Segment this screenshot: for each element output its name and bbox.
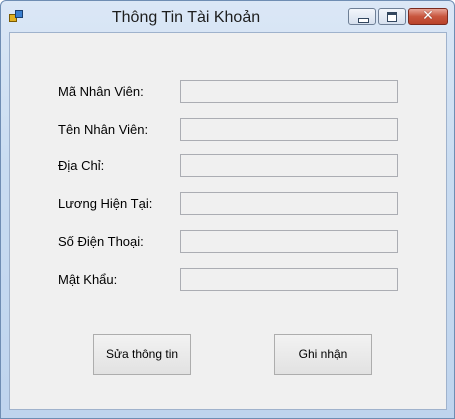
address-label: Địa Chỉ: xyxy=(58,158,105,173)
minimize-icon xyxy=(358,18,369,23)
current-salary-field[interactable] xyxy=(180,192,398,215)
employee-name-field[interactable] xyxy=(180,118,398,141)
title-bar[interactable]: Thông Tin Tài Khoản ✕ xyxy=(1,1,454,31)
minimize-button[interactable] xyxy=(348,8,376,25)
maximize-icon xyxy=(387,12,397,22)
current-salary-label: Lương Hiện Tại: xyxy=(58,196,153,211)
close-button[interactable]: ✕ xyxy=(408,7,448,25)
password-field[interactable] xyxy=(180,268,398,291)
save-button[interactable]: Ghi nhận xyxy=(274,334,372,375)
employee-id-field[interactable] xyxy=(180,80,398,103)
employee-id-label: Mã Nhân Viên: xyxy=(58,84,144,99)
employee-name-label: Tên Nhân Viên: xyxy=(58,122,149,137)
maximize-button[interactable] xyxy=(378,8,406,25)
phone-number-label: Số Điện Thoại: xyxy=(58,234,144,249)
phone-number-field[interactable] xyxy=(180,230,398,253)
password-label: Mật Khẩu: xyxy=(58,272,118,287)
account-info-window: Thông Tin Tài Khoản ✕ Mã Nhân Viên: Tên … xyxy=(0,0,455,419)
close-icon: ✕ xyxy=(422,7,434,23)
edit-info-button[interactable]: Sửa thông tin xyxy=(93,334,191,375)
address-field[interactable] xyxy=(180,154,398,177)
window-title: Thông Tin Tài Khoản xyxy=(111,9,261,26)
form-panel: Mã Nhân Viên: Tên Nhân Viên: Địa Chỉ: Lư… xyxy=(9,32,447,410)
